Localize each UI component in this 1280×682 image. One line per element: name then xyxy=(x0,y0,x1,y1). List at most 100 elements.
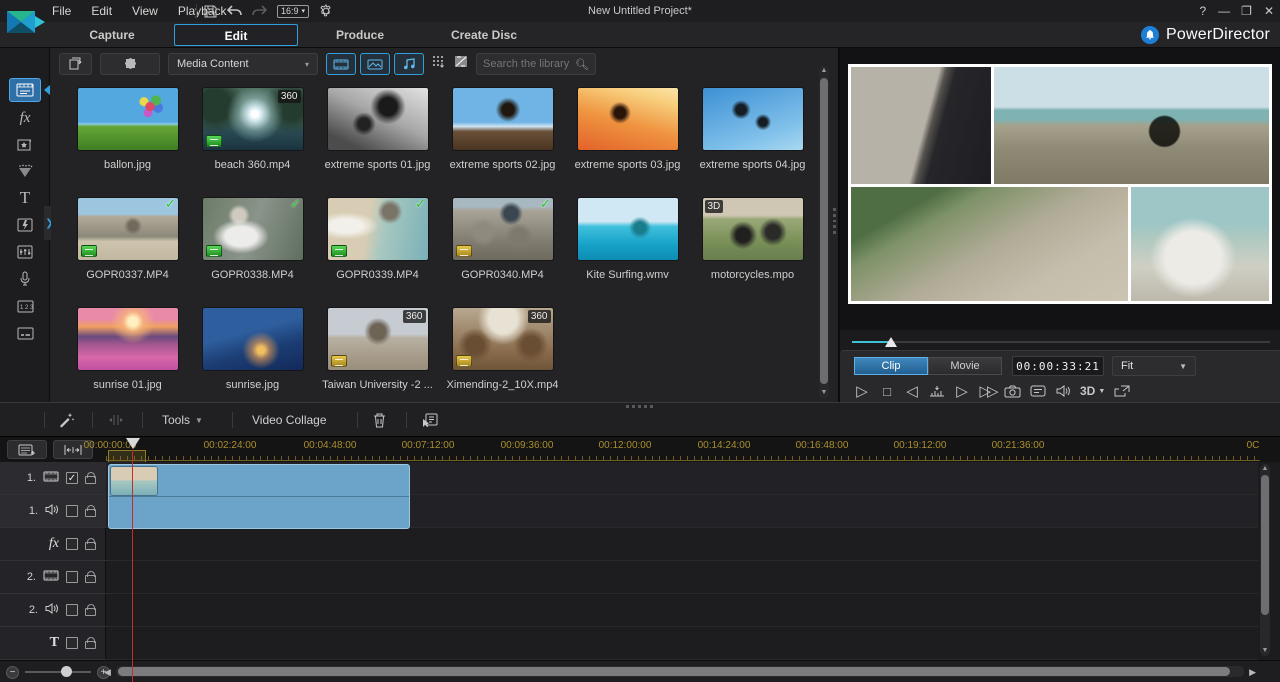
search-icon[interactable]: 🔍︎ xyxy=(575,58,589,71)
pip-objects-room-icon[interactable] xyxy=(9,133,41,157)
lock-icon[interactable] xyxy=(85,608,96,616)
restore-button[interactable]: ❐ xyxy=(1241,4,1252,18)
import-media-button[interactable] xyxy=(59,53,92,75)
timeline-ruler[interactable]: 00:00:00:00 00:02:24:00 00:04:48:00 00:0… xyxy=(0,436,1280,462)
collage-cell-top-left[interactable] xyxy=(851,67,991,184)
menu-file[interactable]: File xyxy=(52,4,71,18)
step-marker-button[interactable] xyxy=(929,385,945,398)
lock-icon[interactable] xyxy=(85,509,96,517)
plugins-button[interactable] xyxy=(100,53,160,75)
preview-seek-bar[interactable] xyxy=(852,336,1270,348)
audio-mixing-room-icon[interactable] xyxy=(9,240,41,264)
filter-video-button[interactable] xyxy=(326,53,356,75)
track-enable-checkbox[interactable] xyxy=(66,604,78,616)
magic-tools-icon[interactable] xyxy=(58,403,75,437)
menu-edit[interactable]: Edit xyxy=(91,4,112,18)
media-item[interactable]: extreme sports 01.jpg xyxy=(315,88,440,198)
zoom-fit-dropdown[interactable]: Fit ▼ xyxy=(1112,356,1196,376)
scroll-down-icon[interactable]: ▼ xyxy=(1260,646,1270,656)
media-item[interactable]: extreme sports 04.jpg xyxy=(690,88,815,198)
previous-frame-button[interactable]: ◁ xyxy=(904,382,920,400)
library-menu-icon[interactable] xyxy=(432,55,446,73)
collage-cell-bottom-left[interactable] xyxy=(851,187,1128,301)
timeline-scrollbar-thumb[interactable] xyxy=(1261,475,1269,615)
snapshot-camera-icon[interactable] xyxy=(1004,385,1021,398)
3d-mode-button[interactable]: 3D▼ xyxy=(1080,384,1105,398)
video-collage-preview[interactable] xyxy=(848,64,1272,304)
media-item[interactable]: extreme sports 02.jpg xyxy=(440,88,565,198)
detach-library-icon[interactable] xyxy=(454,55,468,73)
tab-create-disc[interactable]: Create Disc xyxy=(422,24,546,46)
track-header-audio-2[interactable]: 2. xyxy=(0,594,106,627)
media-item[interactable]: ✓ GOPR0337.MP4 xyxy=(65,198,190,308)
collage-cell-bottom-right[interactable] xyxy=(1131,187,1269,301)
audio-track-2-lane[interactable] xyxy=(106,594,1258,627)
split-clip-icon[interactable] xyxy=(106,403,126,437)
media-item[interactable]: extreme sports 03.jpg xyxy=(565,88,690,198)
scroll-up-icon[interactable]: ▲ xyxy=(819,66,829,76)
library-scrollbar[interactable]: ▲ ▼ xyxy=(819,66,829,398)
track-manager-button[interactable] xyxy=(7,440,47,459)
track-enable-checkbox[interactable] xyxy=(66,637,78,649)
delete-trash-icon[interactable] xyxy=(373,403,386,437)
lock-icon[interactable] xyxy=(85,575,96,583)
aspect-ratio-dropdown[interactable]: 16:9▾ xyxy=(277,5,309,18)
timecode-display[interactable]: 00:00:33:21 xyxy=(1012,356,1104,376)
lock-icon[interactable] xyxy=(85,641,96,649)
stop-button[interactable]: □ xyxy=(879,384,895,399)
range-select-icon[interactable] xyxy=(422,403,438,437)
close-button[interactable]: ✕ xyxy=(1264,4,1274,18)
settings-gear-icon[interactable] xyxy=(319,4,333,18)
help-button[interactable]: ? xyxy=(1199,4,1206,18)
play-button[interactable]: ▷ xyxy=(854,382,870,400)
timeline-clip[interactable] xyxy=(108,464,410,529)
media-item[interactable]: ✓ GOPR0338.MP4 xyxy=(190,198,315,308)
tab-produce[interactable]: Produce xyxy=(298,24,422,46)
zoom-slider[interactable] xyxy=(25,671,91,673)
lock-icon[interactable] xyxy=(85,542,96,550)
scroll-down-icon[interactable]: ▼ xyxy=(819,388,829,398)
scroll-left-icon[interactable]: ◀ xyxy=(104,667,111,678)
preview-quality-icon[interactable] xyxy=(1030,385,1046,397)
media-item[interactable]: ballon.jpg xyxy=(65,88,190,198)
subtitle-room-icon[interactable] xyxy=(9,321,41,345)
menu-view[interactable]: View xyxy=(132,4,158,18)
movie-mode-button[interactable]: Movie xyxy=(928,357,1002,375)
library-search-box[interactable]: 🔍︎ xyxy=(476,53,596,75)
filter-photo-button[interactable] xyxy=(360,53,390,75)
volume-speaker-icon[interactable] xyxy=(1055,385,1071,397)
track-enable-checkbox[interactable]: ✓ xyxy=(66,472,78,484)
track-enable-checkbox[interactable] xyxy=(66,538,78,550)
scroll-up-icon[interactable]: ▲ xyxy=(1260,464,1270,474)
redo-icon[interactable] xyxy=(252,5,267,17)
title-track-lane[interactable] xyxy=(106,627,1258,660)
lock-icon[interactable] xyxy=(85,476,96,484)
media-content-dropdown[interactable]: Media Content ▾ xyxy=(168,53,318,75)
video-collage-button[interactable]: Video Collage xyxy=(252,403,327,437)
next-frame-button[interactable]: ▷ xyxy=(954,382,970,400)
collage-cell-top-right[interactable] xyxy=(994,67,1269,184)
timeline-horizontal-scrollbar[interactable]: ◀ ▶ xyxy=(104,665,1256,678)
effect-room-icon[interactable]: fx xyxy=(9,106,41,130)
media-item[interactable]: Kite Surfing.wmv xyxy=(565,198,690,308)
scroll-right-icon[interactable]: ▶ xyxy=(1249,667,1256,678)
media-item[interactable]: 3D motorcycles.mpo xyxy=(690,198,815,308)
save-icon[interactable] xyxy=(204,5,217,18)
title-room-icon[interactable]: T xyxy=(9,186,41,210)
track-header-audio-1[interactable]: 1. xyxy=(0,495,106,528)
timeline-splitter-handle[interactable] xyxy=(626,405,653,408)
effect-track-lane[interactable] xyxy=(106,528,1258,561)
media-item[interactable]: 360 beach 360.mp4 xyxy=(190,88,315,198)
library-scrollbar-thumb[interactable] xyxy=(820,78,828,384)
track-header-title[interactable]: T xyxy=(0,627,106,660)
panel-splitter-handle[interactable] xyxy=(832,208,836,234)
playhead-line[interactable] xyxy=(132,450,133,682)
tools-dropdown[interactable]: Tools ▼ xyxy=(162,403,203,437)
horizontal-scrollbar-thumb[interactable] xyxy=(118,667,1230,676)
tab-edit[interactable]: Edit xyxy=(174,24,298,46)
transition-room-icon[interactable] xyxy=(9,213,41,237)
minimize-button[interactable]: — xyxy=(1218,4,1229,18)
media-item[interactable]: ✓ GOPR0339.MP4 xyxy=(315,198,440,308)
undo-icon[interactable] xyxy=(227,5,242,17)
zoom-out-button[interactable]: − xyxy=(6,666,19,679)
